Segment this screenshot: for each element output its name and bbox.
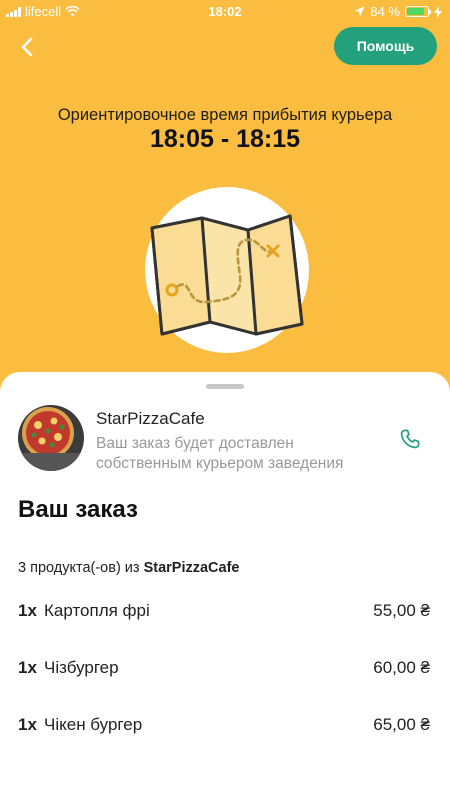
sheet-handle[interactable] (206, 384, 244, 389)
battery-icon (405, 6, 431, 17)
eta-time-range: 18:05 - 18:15 (149, 125, 301, 153)
order-summary-store: StarPizzaCafe (143, 560, 240, 576)
item-name: Чізбургер (44, 658, 119, 677)
charging-bolt-icon (434, 5, 442, 18)
help-button[interactable]: Помощь (334, 27, 437, 65)
phone-icon (400, 429, 420, 449)
order-item: 1x Чікен бургер 65,00 ₴ (18, 712, 432, 769)
order-items: 1x Картопля фрі 55,00 ₴ 1x Чізбургер 60,… (18, 598, 432, 769)
store-delivery-note: Ваш заказ будет доставлен собственным ку… (96, 435, 344, 472)
order-title: Ваш заказ (18, 496, 138, 523)
battery-percent: 84 % (370, 4, 400, 19)
item-price: 55,00 ₴ (373, 601, 430, 620)
call-store-button[interactable] (398, 427, 422, 451)
order-summary-prefix: 3 продукта(-ов) из (18, 560, 144, 576)
item-quantity: 1x (18, 601, 37, 620)
chevron-left-icon (21, 37, 33, 57)
item-name: Картопля фрі (44, 601, 150, 620)
battery-fill (407, 8, 424, 15)
back-button[interactable] (14, 33, 42, 61)
status-bar: lifecell 18:02 84 % (0, 0, 450, 22)
pizza-image (18, 405, 84, 471)
item-price: 60,00 ₴ (373, 658, 430, 677)
order-sheet: StarPizzaCafe Ваш заказ будет доставлен … (0, 372, 450, 800)
location-arrow-icon (354, 6, 365, 17)
order-item: 1x Картопля фрі 55,00 ₴ (18, 598, 432, 655)
store-avatar (18, 405, 84, 471)
map-illustration (145, 187, 309, 353)
item-name: Чікен бургер (44, 715, 143, 734)
order-summary: 3 продукта(-ов) из StarPizzaCafe (18, 560, 239, 576)
order-item: 1x Чізбургер 60,00 ₴ (18, 655, 432, 712)
eta-label: Ориентировочное время прибытия курьера (57, 106, 393, 124)
item-quantity: 1x (18, 658, 37, 677)
store-card: StarPizzaCafe Ваш заказ будет доставлен … (18, 405, 432, 473)
status-right: 84 % (354, 4, 442, 19)
item-quantity: 1x (18, 715, 37, 734)
store-name: StarPizzaCafe (96, 409, 205, 428)
item-price: 65,00 ₴ (373, 715, 430, 734)
